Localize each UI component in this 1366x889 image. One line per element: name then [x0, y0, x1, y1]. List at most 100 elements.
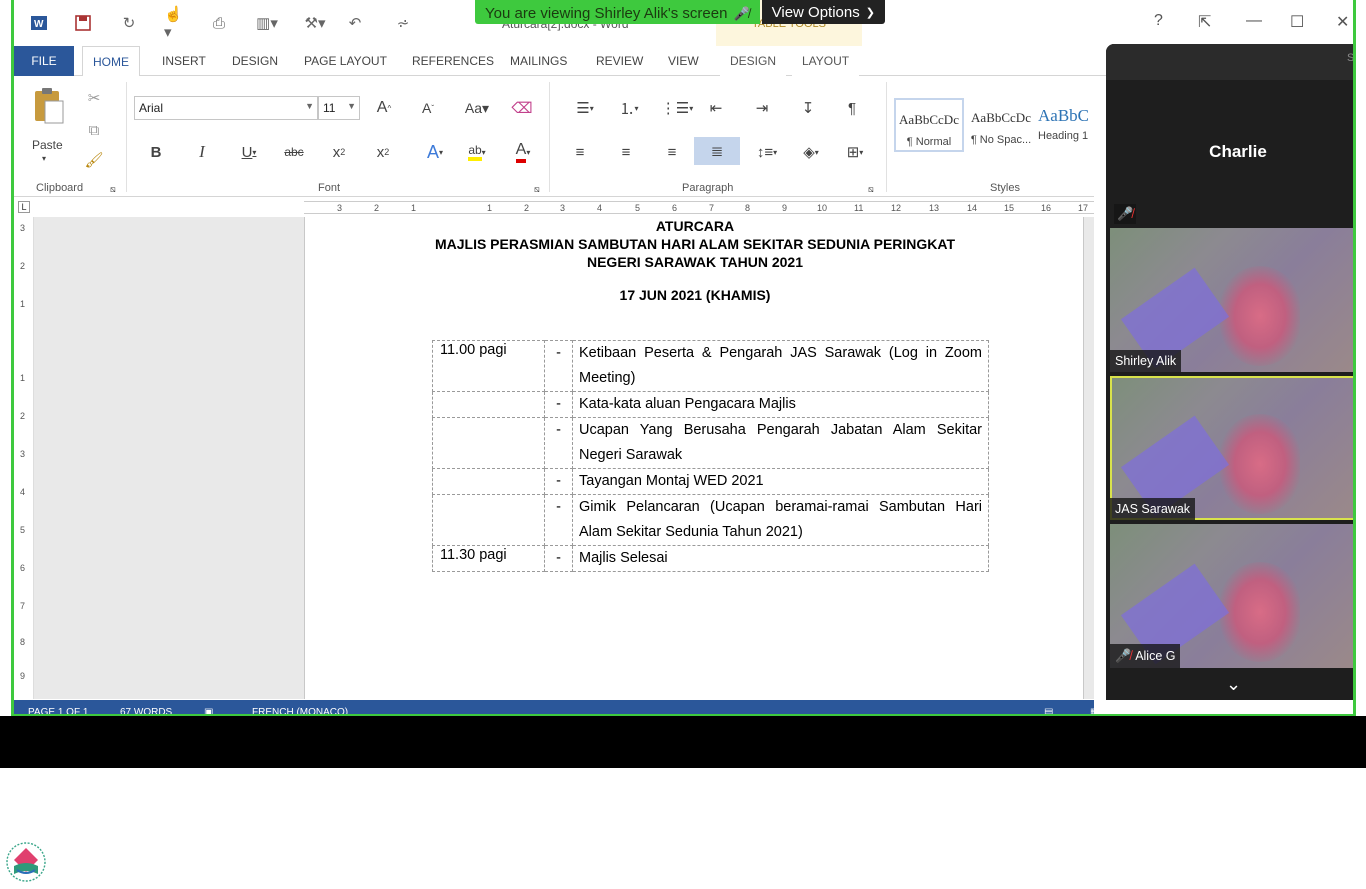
participant-tile-shirley[interactable]: Shirley Alik	[1110, 228, 1353, 372]
print-preview-icon[interactable]: ⎙	[208, 12, 230, 34]
tab-review[interactable]: REVIEW	[586, 46, 653, 76]
dialog-launcher-icon[interactable]: ⧅	[534, 184, 540, 195]
text-effects-icon[interactable]: A ▾	[418, 140, 452, 164]
agenda-row[interactable]: - Tayangan Montaj WED 2021	[432, 468, 989, 495]
undo-icon[interactable]: ↶	[344, 12, 366, 34]
agenda-time[interactable]: 11.00 pagi	[432, 340, 545, 392]
bullets-icon[interactable]: ☰ ▾	[568, 96, 602, 120]
tab-references[interactable]: REFERENCES	[402, 46, 504, 76]
sign-label[interactable]: Sign	[1347, 52, 1353, 64]
style-no-spacing[interactable]: AaBbCcDc ¶ No Spac...	[966, 98, 1036, 152]
agenda-table[interactable]: 11.00 pagi - Ketibaan Peserta & Pengarah J…	[432, 340, 989, 572]
document-canvas[interactable]: ATURCARA MAJLIS PERASMIAN SAMBUTAN HARI …	[34, 217, 1094, 699]
agenda-time[interactable]	[432, 468, 545, 495]
tab-table-layout[interactable]: LAYOUT	[792, 46, 860, 76]
paste-dropdown-icon[interactable]: ▾	[42, 154, 46, 163]
tab-mailings[interactable]: MAILINGS	[500, 46, 577, 76]
increase-indent-icon[interactable]: ⇥	[750, 96, 774, 120]
agenda-item[interactable]: Majlis Selesai	[572, 545, 989, 572]
chart-icon[interactable]: ▥▾	[256, 12, 278, 34]
highlight-icon[interactable]: ab ▾	[460, 140, 494, 164]
font-name-combo[interactable]: Arial ▼	[134, 96, 318, 120]
style-normal[interactable]: AaBbCcDc ¶ Normal	[894, 98, 964, 152]
cut-icon[interactable]: ✂	[84, 88, 104, 108]
shading-icon[interactable]: ◈ ▾	[794, 140, 828, 164]
agenda-item[interactable]: Kata-kata aluan Pengacara Majlis	[572, 391, 989, 418]
agenda-row[interactable]: 11.00 pagi - Ketibaan Peserta & Pengarah J…	[432, 340, 989, 392]
underline-icon[interactable]: U ▾	[232, 140, 266, 164]
agenda-dash[interactable]: -	[544, 340, 573, 392]
agenda-row[interactable]: - Ucapan Yang Berusaha Pengarah Jabatan A…	[432, 417, 989, 469]
participant-tile-jas[interactable]: JAS Sarawak	[1110, 376, 1353, 520]
participant-tile-charlie[interactable]: Charlie 🎤̸	[1110, 80, 1353, 226]
paste-button[interactable]: Paste	[32, 138, 63, 152]
multilevel-list-icon[interactable]: ⋮☰ ▾	[660, 96, 694, 120]
document-page[interactable]: ATURCARA MAJLIS PERASMIAN SAMBUTAN HARI …	[304, 217, 1084, 699]
agenda-dash[interactable]: -	[544, 417, 573, 469]
agenda-dash[interactable]: -	[544, 391, 573, 418]
superscript-icon[interactable]: x2	[370, 140, 396, 164]
font-size-combo[interactable]: 11 ▼	[318, 96, 360, 120]
redo-icon[interactable]: ↻	[118, 12, 140, 34]
shrink-font-icon[interactable]: Aˇ	[416, 96, 440, 120]
agenda-row[interactable]: - Kata-kata aluan Pengacara Majlis	[432, 391, 989, 418]
justify-icon[interactable]: ≣	[694, 137, 740, 165]
tab-selector-icon[interactable]: L	[18, 201, 30, 213]
dialog-launcher-icon[interactable]: ⧅	[868, 184, 874, 195]
participant-tile-alice[interactable]: 🎤̸ Alice G	[1110, 524, 1353, 668]
align-center-icon[interactable]: ≡	[614, 140, 638, 164]
close-icon[interactable]: ✕	[1336, 12, 1349, 32]
touch-mode-icon[interactable]: ☝▾	[164, 6, 186, 41]
tab-insert[interactable]: INSERT	[152, 46, 216, 76]
ribbon-display-icon[interactable]: ⇱	[1198, 12, 1211, 32]
agenda-dash[interactable]: -	[544, 545, 573, 572]
save-icon[interactable]	[72, 12, 94, 34]
qat-customize-icon[interactable]: ⩫	[392, 12, 414, 34]
agenda-time[interactable]	[432, 391, 545, 418]
agenda-item[interactable]: Ucapan Yang Berusaha Pengarah Jabatan Al…	[572, 417, 989, 469]
grow-font-icon[interactable]: A ^	[372, 96, 396, 120]
agenda-row[interactable]: - Gimik Pelancaran (Ucapan beramai-ramai …	[432, 494, 989, 546]
align-right-icon[interactable]: ≡	[660, 140, 684, 164]
agenda-row[interactable]: 11.30 pagi - Majlis Selesai	[432, 545, 989, 572]
agenda-item[interactable]: Tayangan Montaj WED 2021	[572, 468, 989, 495]
borders-icon[interactable]: ⊞ ▾	[838, 140, 872, 164]
tab-table-design[interactable]: DESIGN	[720, 46, 787, 76]
paste-icon[interactable]	[32, 86, 66, 126]
tab-design[interactable]: DESIGN	[222, 46, 288, 76]
copy-icon[interactable]: ⧉	[84, 120, 104, 140]
show-formatting-icon[interactable]: ¶	[840, 96, 864, 120]
ruler-strip[interactable]: 3 2 1 1 2 3 4 5 6 7 8 9 10 11 12 13 14 15 16 17	[304, 201, 1094, 214]
style-heading-1[interactable]: AaBbC Heading 1	[1038, 98, 1094, 152]
change-case-icon[interactable]: Aa▾	[462, 96, 492, 120]
agenda-time[interactable]: 11.30 pagi	[432, 545, 545, 572]
italic-icon[interactable]: I	[190, 140, 214, 164]
align-left-icon[interactable]: ≡	[568, 140, 592, 164]
sort-icon[interactable]: ↧	[796, 96, 820, 120]
agenda-item[interactable]: Ketibaan Peserta & Pengarah JAS Sarawak …	[572, 340, 989, 392]
decrease-indent-icon[interactable]: ⇤	[704, 96, 728, 120]
strikethrough-icon[interactable]: abc	[280, 140, 308, 164]
minimize-icon[interactable]: —	[1246, 12, 1262, 30]
tab-view[interactable]: VIEW	[658, 46, 709, 76]
clear-formatting-icon[interactable]: ⌫	[510, 96, 534, 120]
tab-home[interactable]: HOME	[82, 46, 140, 77]
agenda-time[interactable]	[432, 417, 545, 469]
dialog-launcher-icon[interactable]: ⧅	[110, 184, 116, 195]
subscript-icon[interactable]: x2	[326, 140, 352, 164]
tab-page-layout[interactable]: PAGE LAYOUT	[294, 46, 397, 76]
agenda-time[interactable]	[432, 494, 545, 546]
chart-tools-icon[interactable]: ⚒▾	[304, 12, 326, 34]
maximize-icon[interactable]: ☐	[1290, 12, 1304, 32]
agenda-item[interactable]: Gimik Pelancaran (Ucapan beramai-ramai S…	[572, 494, 989, 546]
format-painter-icon[interactable]: 🖌	[84, 150, 104, 170]
tab-file[interactable]: FILE	[14, 46, 74, 76]
font-color-icon[interactable]: A ▾	[506, 140, 540, 164]
view-options-button[interactable]: View Options ❯	[761, 0, 885, 24]
numbering-icon[interactable]: ⒈ ▾	[612, 96, 646, 120]
agenda-dash[interactable]: -	[544, 494, 573, 546]
chevron-down-icon[interactable]: ⌄	[1226, 674, 1241, 695]
line-spacing-icon[interactable]: ↕≡ ▾	[750, 140, 784, 164]
bold-icon[interactable]: B	[144, 140, 168, 164]
agenda-dash[interactable]: -	[544, 468, 573, 495]
